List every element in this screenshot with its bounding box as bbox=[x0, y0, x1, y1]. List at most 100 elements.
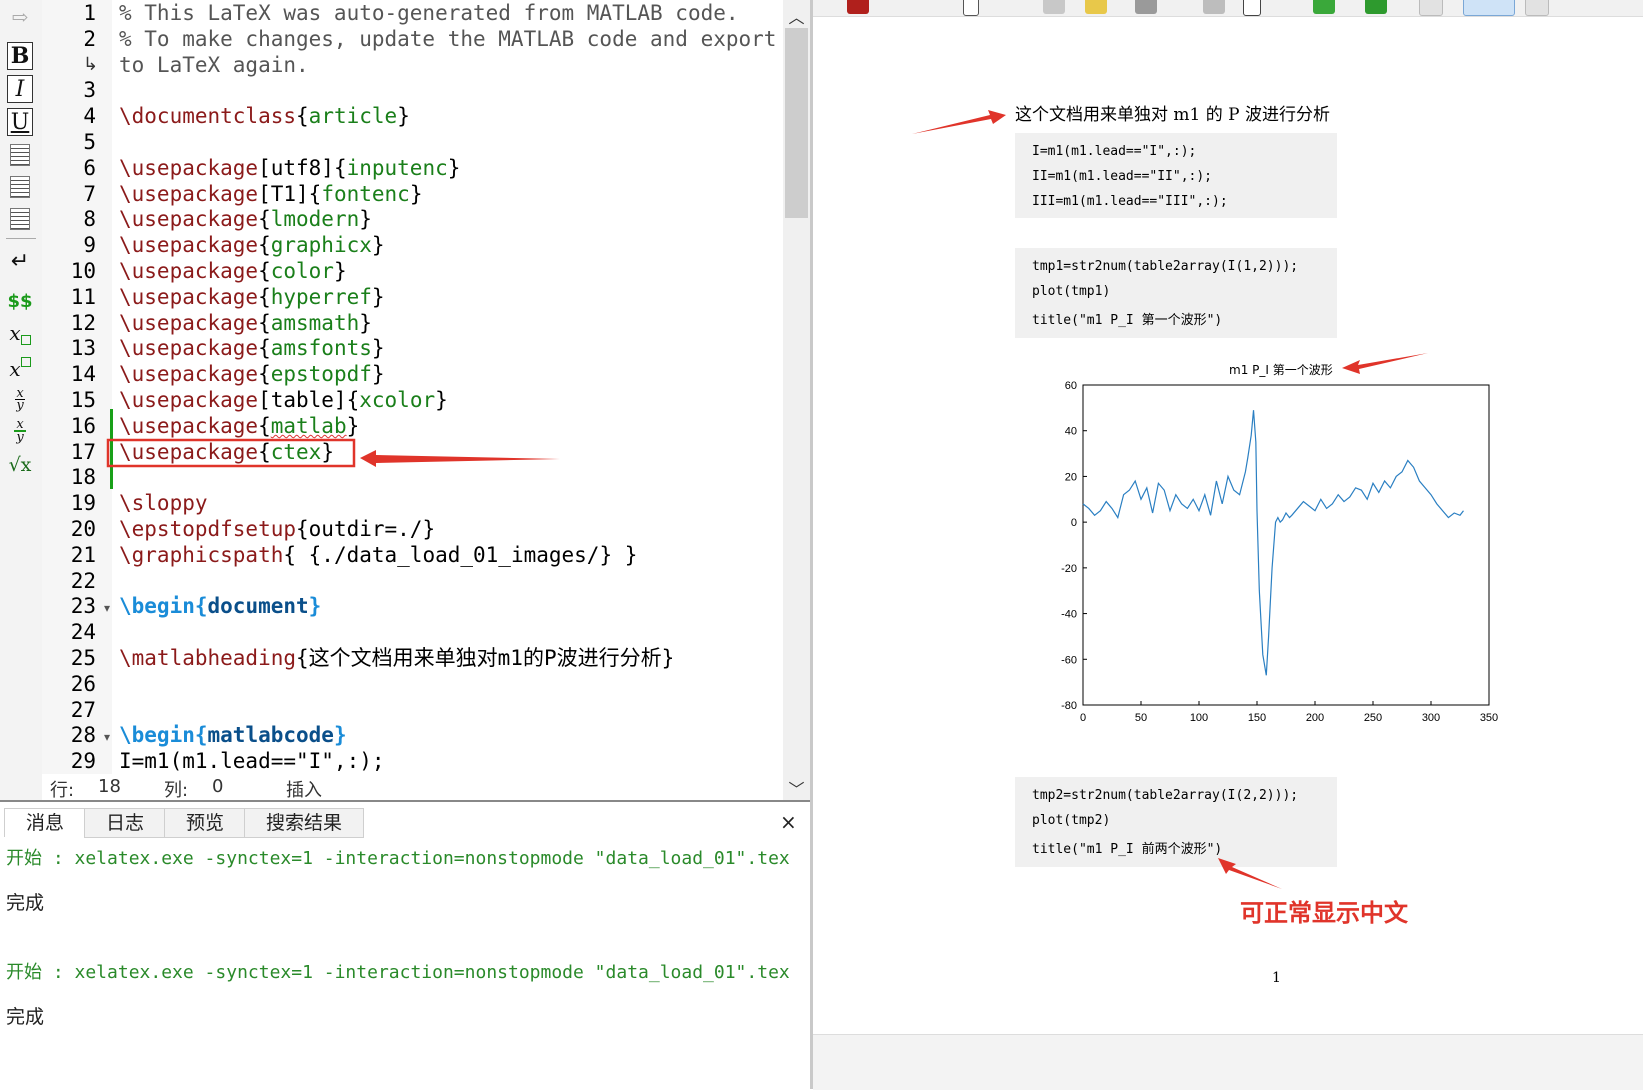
align-center-icon bbox=[10, 176, 30, 198]
brace: } bbox=[359, 310, 372, 335]
superscript-box-icon bbox=[20, 357, 31, 367]
page-icon[interactable] bbox=[1243, 0, 1261, 16]
prev-page-icon[interactable] bbox=[1135, 0, 1157, 14]
code-line: \graphicspath{ {./data_load_01_images/} … bbox=[119, 542, 637, 568]
code-token-arg: amsfonts bbox=[270, 336, 372, 361]
y-tick-label: 60 bbox=[1065, 380, 1077, 392]
brace: { bbox=[346, 388, 360, 412]
superscript-button[interactable]: x bbox=[5, 354, 35, 384]
message-line: 开始 : xelatex.exe -synctex=1 -interaction… bbox=[6, 848, 790, 869]
line-number: 16 bbox=[70, 413, 96, 438]
fold-toggle-icon[interactable]: ▾ bbox=[104, 730, 110, 744]
code-line: \matlabheading{这个文档用来单独对m1的P波进行分析} bbox=[119, 645, 674, 671]
align-left-button[interactable] bbox=[5, 140, 35, 170]
bold-button[interactable]: B bbox=[7, 42, 33, 70]
line-number: 7 bbox=[83, 181, 96, 206]
code-token-cmd: \documentclass bbox=[119, 104, 297, 129]
align-center-button[interactable] bbox=[5, 172, 35, 202]
brace: } bbox=[435, 388, 448, 412]
tab-log[interactable]: 日志 bbox=[84, 808, 166, 838]
line-number: 18 bbox=[70, 465, 96, 490]
tab-search-results[interactable]: 搜索结果 bbox=[244, 808, 364, 838]
tab-messages[interactable]: 消息 bbox=[4, 808, 86, 837]
line-number: 24 bbox=[70, 620, 96, 645]
scrollbar-thumb[interactable] bbox=[785, 28, 808, 218]
code-token-plain: {这个文档用来单独对m1的P波进行分析} bbox=[296, 646, 675, 670]
align-right-button[interactable] bbox=[5, 204, 35, 234]
code-token-envname: document bbox=[207, 594, 309, 619]
line-number: 8 bbox=[83, 207, 96, 232]
chart-title: m1 P_I 第一个波形 bbox=[1229, 363, 1333, 377]
forward-icon[interactable]: ⇨ bbox=[5, 2, 35, 32]
code-line: \sloppy bbox=[119, 490, 208, 516]
subscript-button[interactable]: x bbox=[5, 318, 35, 348]
pdf-code-block: I=m1(m1.lead=="I",:); II=m1(m1.lead=="II… bbox=[1015, 133, 1337, 218]
code-line: \usepackage{matlab} bbox=[119, 413, 359, 439]
italic-button[interactable]: I bbox=[7, 75, 33, 103]
newline-button[interactable]: ↵ bbox=[5, 246, 35, 276]
continuous-page-icon[interactable] bbox=[1463, 0, 1515, 16]
tab-preview[interactable]: 预览 bbox=[164, 808, 246, 838]
line-number: 11 bbox=[70, 284, 96, 309]
fold-toggle-icon[interactable]: ▾ bbox=[104, 601, 110, 615]
code-token-opt: [table] bbox=[258, 388, 347, 412]
brace: { bbox=[194, 594, 208, 619]
brace: } bbox=[371, 284, 385, 309]
annotation-text: 可正常显示中文 bbox=[1240, 899, 1408, 927]
close-panel-icon[interactable]: × bbox=[780, 810, 797, 834]
waveform-chart: 0 50 100 150 200 250 300 3506040200-20-40-60-80 bbox=[1061, 380, 1498, 724]
code-token-cmd: \usepackage bbox=[119, 259, 259, 283]
editor-scrollbar[interactable]: ︿ ﹀ bbox=[783, 0, 810, 800]
fraction-button[interactable]: xy bbox=[5, 384, 35, 414]
bookmark-icon[interactable] bbox=[1085, 0, 1107, 14]
align-right-icon bbox=[10, 208, 30, 230]
change-marker bbox=[110, 409, 113, 489]
code-line: \usepackage[table]{xcolor} bbox=[119, 387, 448, 413]
fit-icon[interactable] bbox=[963, 0, 979, 16]
code-line: \begin{matlabcode} bbox=[119, 722, 347, 748]
brace: { bbox=[333, 155, 347, 180]
code-line: \usepackage[T1]{fontenc} bbox=[119, 181, 422, 207]
last-page-icon[interactable] bbox=[1365, 0, 1387, 14]
col-value: 0 bbox=[212, 776, 224, 797]
line-number: 12 bbox=[70, 310, 96, 335]
code-token-cmd: \epstopdfsetup bbox=[119, 517, 297, 541]
underline-button[interactable]: U bbox=[7, 108, 33, 136]
x-tick-label: 100 bbox=[1190, 712, 1208, 724]
scroll-up-icon[interactable]: ︿ bbox=[783, 4, 810, 28]
line-number: 6 bbox=[83, 155, 96, 180]
math-mode-button[interactable]: $$ bbox=[5, 286, 35, 316]
sqrt-button[interactable]: √x bbox=[5, 450, 35, 480]
code-editor[interactable]: % This LaTeX was auto-generated from MAT… bbox=[113, 0, 783, 774]
brace: } bbox=[447, 155, 461, 180]
code-line: \usepackage{hyperref} bbox=[119, 284, 385, 310]
code-token-comment: % This LaTeX was auto-generated from MAT… bbox=[119, 1, 739, 25]
x-tick-label: 200 bbox=[1306, 712, 1324, 724]
code-token-plain: I=m1(m1.lead=="I",:); bbox=[119, 749, 385, 774]
line-number: 28 bbox=[70, 723, 96, 748]
first-page-icon[interactable] bbox=[1043, 0, 1065, 14]
return-icon: ↵ bbox=[10, 248, 30, 274]
line-number: 1 bbox=[83, 1, 96, 25]
line-number: 2 bbox=[83, 26, 96, 51]
line-number: 17 bbox=[70, 439, 96, 464]
dfrac-button[interactable]: xy bbox=[5, 416, 35, 446]
bold-icon: B bbox=[10, 43, 30, 69]
code-token-cmd: \usepackage bbox=[119, 284, 259, 309]
next-page-icon[interactable] bbox=[1313, 0, 1335, 14]
back-icon[interactable] bbox=[1203, 0, 1225, 14]
single-page-icon[interactable] bbox=[1419, 0, 1443, 16]
two-page-icon[interactable] bbox=[1525, 0, 1549, 16]
code-line: % To make changes, update the MATLAB cod… bbox=[119, 26, 776, 52]
code-token-cmd: \usepackage bbox=[119, 362, 259, 387]
scroll-down-icon[interactable]: ﹀ bbox=[783, 776, 810, 800]
pdf-code-line: tmp1=str2num(table2array(I(1,2))); bbox=[1032, 259, 1299, 274]
fraction-numerator-icon: x bbox=[16, 385, 24, 401]
line-number: 22 bbox=[70, 568, 96, 593]
underline-icon: U bbox=[10, 109, 30, 135]
code-line: \begin{document} bbox=[119, 593, 321, 619]
x-tick-label: 250 bbox=[1364, 712, 1382, 724]
pdf-icon[interactable] bbox=[847, 0, 869, 14]
brace: { bbox=[258, 233, 271, 258]
brace: { bbox=[258, 207, 271, 232]
